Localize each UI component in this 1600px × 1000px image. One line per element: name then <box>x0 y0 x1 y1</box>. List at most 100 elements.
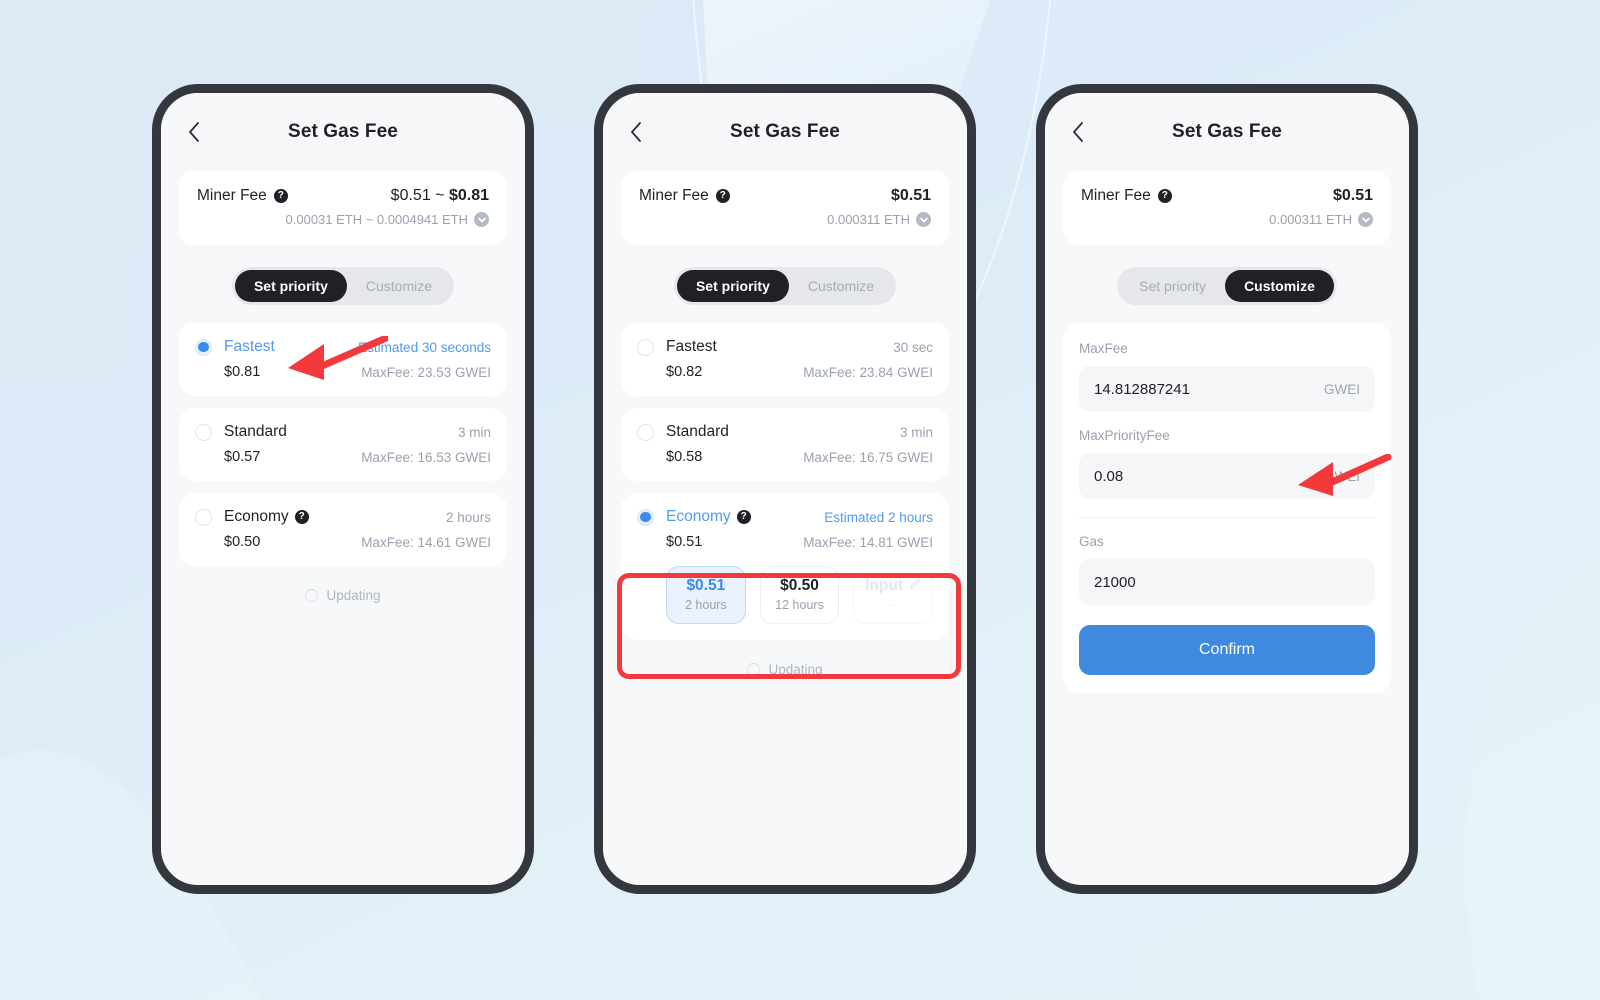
chevron-down-circle-icon[interactable] <box>474 212 489 227</box>
option-maxfee: MaxFee: 14.61 GWEI <box>361 534 491 550</box>
question-mark-icon[interactable]: ? <box>273 189 288 203</box>
tab-customize[interactable]: Customize <box>1225 270 1334 302</box>
option-maxfee: MaxFee: 23.53 GWEI <box>361 364 491 380</box>
fastest-option-row[interactable]: Fastest 30 sec $0.82 MaxFee: 23.84 GWEI <box>621 323 949 396</box>
question-mark-icon[interactable]: ? <box>1157 189 1172 203</box>
chevron-left-icon[interactable] <box>623 119 649 145</box>
miner-fee-card: Miner Fee ? $0.51 0.000311 ETH <box>1063 171 1391 245</box>
miner-fee-amount-bold: $0.81 <box>448 187 489 204</box>
miner-fee-amount-prefix: $0.51 ~ <box>390 187 449 204</box>
option-maxfee: MaxFee: 16.53 GWEI <box>361 449 491 465</box>
fastest-option-row[interactable]: Fastest Estimated 30 seconds $0.81 MaxFe… <box>179 323 507 396</box>
chip-duration: 12 hours <box>775 598 824 612</box>
chip-input-label-group: Input <box>858 577 928 595</box>
option-price: $0.50 <box>224 534 261 550</box>
segmented-control: Set priority Customize <box>231 267 455 305</box>
chip-input-label: Input <box>865 577 904 594</box>
phone-2-frame: Set Gas Fee Miner Fee ? $0.51 0.000311 E… <box>594 84 976 894</box>
miner-fee-eth: 0.00031 ETH ~ 0.0004941 ETH <box>285 212 468 227</box>
option-left: Standard <box>195 423 287 441</box>
radio-fastest[interactable] <box>195 338 212 356</box>
option-label: Fastest <box>666 338 717 355</box>
tab-customize[interactable]: Customize <box>789 270 893 302</box>
phone-2-screen: Set Gas Fee Miner Fee ? $0.51 0.000311 E… <box>603 93 967 885</box>
miner-fee-subrow: 0.000311 ETH <box>1081 212 1373 227</box>
chip-input-placeholder: - <box>891 598 896 612</box>
miner-fee-subrow: 0.00031 ETH ~ 0.0004941 ETH <box>197 212 489 227</box>
miner-fee-eth: 0.000311 ETH <box>827 212 910 227</box>
radio-standard[interactable] <box>637 423 654 441</box>
segmented-control-wrap: Set priority Customize <box>621 267 949 305</box>
option-price: $0.82 <box>666 364 703 380</box>
miner-fee-label-group: Miner Fee ? <box>197 187 288 205</box>
maxfee-field[interactable]: 14.812887241 GWEI <box>1079 366 1375 412</box>
option-body: $0.58 MaxFee: 16.75 GWEI <box>637 449 933 465</box>
maxpriorityfee-field[interactable]: 0.08 GWEI <box>1079 453 1375 499</box>
maxpriorityfee-field-group: MaxPriorityFee 0.08 GWEI <box>1079 428 1375 499</box>
miner-fee-card: Miner Fee ? $0.51 ~ $0.81 0.00031 ETH ~ … <box>179 171 507 245</box>
tab-customize[interactable]: Customize <box>347 270 451 302</box>
navigation-bar: Set Gas Fee <box>179 93 507 171</box>
chevron-left-icon[interactable] <box>181 119 207 145</box>
economy-option-row[interactable]: Economy ? Estimated 2 hours $0.51 MaxFee… <box>621 493 949 640</box>
page-title: Set Gas Fee <box>288 121 398 142</box>
phone-1-frame: Set Gas Fee Miner Fee ? $0.51 ~ $0.81 0.… <box>152 84 534 894</box>
tab-set-priority[interactable]: Set priority <box>234 270 347 302</box>
chip-input-custom[interactable]: Input - <box>853 566 934 624</box>
option-header: Fastest Estimated 30 seconds <box>195 338 491 356</box>
form-divider <box>1079 517 1375 518</box>
option-label: Economy <box>224 508 289 525</box>
option-price: $0.51 <box>666 534 703 550</box>
spinner-icon <box>747 663 761 676</box>
miner-fee-label: Miner Fee <box>639 187 709 204</box>
question-mark-icon[interactable]: ? <box>294 510 309 524</box>
option-left: Fastest <box>637 338 717 356</box>
miner-fee-row: Miner Fee ? $0.51 <box>639 187 931 205</box>
updating-indicator: Updating <box>179 588 507 603</box>
option-eta: 2 hours <box>445 509 491 525</box>
chip-12-hours[interactable]: $0.50 12 hours <box>759 566 840 624</box>
option-header: Economy ? Estimated 2 hours <box>637 508 933 526</box>
miner-fee-row: Miner Fee ? $0.51 <box>1081 187 1373 205</box>
question-mark-icon[interactable]: ? <box>736 510 751 524</box>
miner-fee-subrow: 0.000311 ETH <box>639 212 931 227</box>
option-left: Fastest <box>195 338 275 356</box>
confirm-button[interactable]: Confirm <box>1079 625 1375 675</box>
tab-set-priority[interactable]: Set priority <box>1120 270 1225 302</box>
option-label-group: Economy ? <box>666 508 751 526</box>
economy-option-row[interactable]: Economy ? 2 hours $0.50 MaxFee: 14.61 GW… <box>179 493 507 566</box>
radio-economy[interactable] <box>637 508 654 526</box>
chevron-down-circle-icon[interactable] <box>1358 212 1373 227</box>
gas-field[interactable]: 21000 <box>1079 559 1375 605</box>
option-label-group: Economy ? <box>224 508 309 526</box>
standard-option-row[interactable]: Standard 3 min $0.57 MaxFee: 16.53 GWEI <box>179 408 507 481</box>
chip-2-hours[interactable]: $0.51 2 hours <box>666 566 746 624</box>
chevron-left-icon[interactable] <box>1065 119 1091 145</box>
tab-set-priority[interactable]: Set priority <box>676 270 789 302</box>
phone-1-screen: Set Gas Fee Miner Fee ? $0.51 ~ $0.81 0.… <box>161 93 525 885</box>
radio-fastest[interactable] <box>637 338 654 356</box>
option-price: $0.81 <box>224 364 261 380</box>
option-maxfee: MaxFee: 14.81 GWEI <box>803 534 933 550</box>
chevron-down-circle-icon[interactable] <box>916 212 931 227</box>
maxfee-unit: GWEI <box>1324 381 1360 397</box>
option-body: $0.50 MaxFee: 14.61 GWEI <box>195 534 491 550</box>
option-left: Economy ? <box>195 508 309 526</box>
option-eta: 30 sec <box>893 339 933 355</box>
customize-form-card: MaxFee 14.812887241 GWEI MaxPriorityFee … <box>1063 323 1391 693</box>
maxpriorityfee-value: 0.08 <box>1094 467 1124 485</box>
miner-fee-label-group: Miner Fee ? <box>1081 187 1172 205</box>
question-mark-icon[interactable]: ? <box>715 189 730 203</box>
option-label: Fastest <box>224 338 275 355</box>
maxfee-value: 14.812887241 <box>1094 380 1190 398</box>
radio-economy[interactable] <box>195 508 212 526</box>
option-body: $0.82 MaxFee: 23.84 GWEI <box>637 364 933 380</box>
miner-fee-label-group: Miner Fee ? <box>639 187 730 205</box>
option-left: Economy ? <box>637 508 751 526</box>
option-maxfee: MaxFee: 16.75 GWEI <box>803 449 933 465</box>
chip-duration: 2 hours <box>684 598 727 612</box>
radio-standard[interactable] <box>195 423 212 441</box>
priority-options-list: Fastest 30 sec $0.82 MaxFee: 23.84 GWEI … <box>621 323 949 640</box>
standard-option-row[interactable]: Standard 3 min $0.58 MaxFee: 16.75 GWEI <box>621 408 949 481</box>
